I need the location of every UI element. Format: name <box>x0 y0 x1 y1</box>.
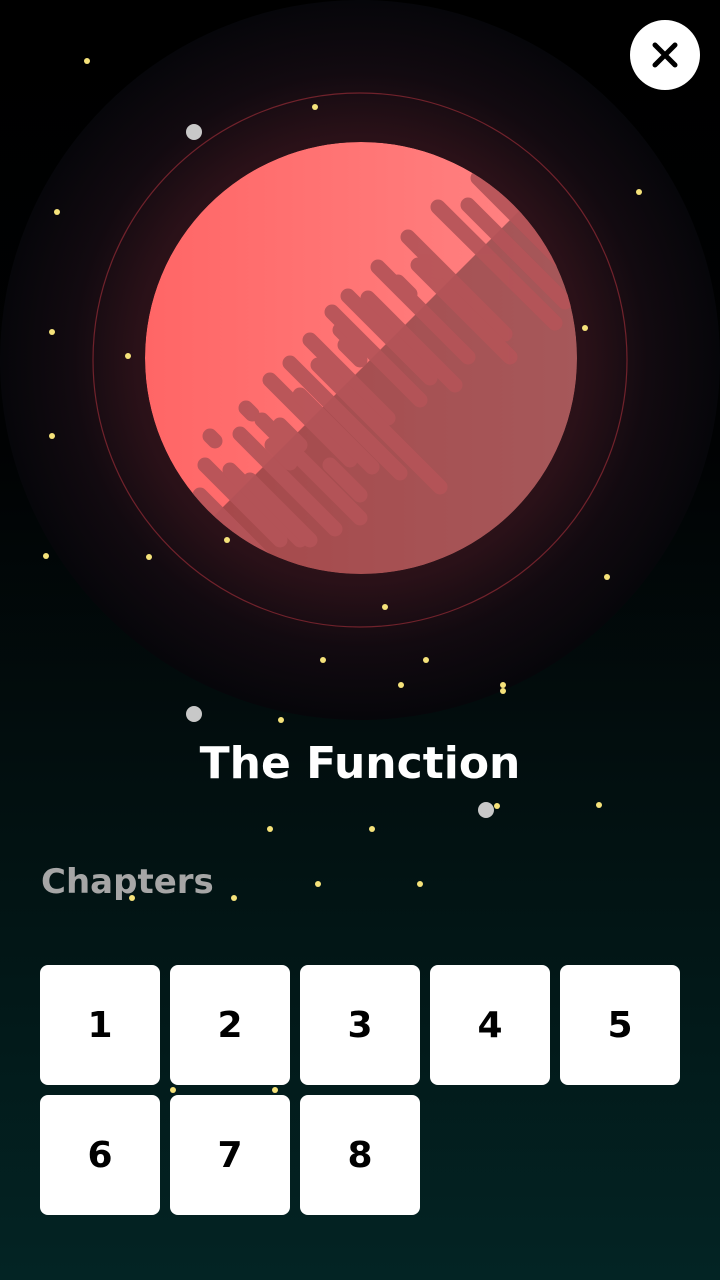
chapter-grid: 1 2 3 4 5 6 7 8 <box>40 965 680 1215</box>
chapter-button-6[interactable]: 6 <box>40 1095 160 1215</box>
chapter-button-8[interactable]: 8 <box>300 1095 420 1215</box>
close-button[interactable] <box>630 20 700 90</box>
chapter-select-screen: The Function Chapters 1 2 3 4 5 6 7 8 <box>0 0 720 1280</box>
chapter-button-1[interactable]: 1 <box>40 965 160 1085</box>
close-icon <box>652 42 678 68</box>
chapter-button-5[interactable]: 5 <box>560 965 680 1085</box>
chapter-button-7[interactable]: 7 <box>170 1095 290 1215</box>
chapter-button-2[interactable]: 2 <box>170 965 290 1085</box>
page-title: The Function <box>199 738 521 789</box>
chapters-heading: Chapters <box>41 862 214 902</box>
chapter-button-4[interactable]: 4 <box>430 965 550 1085</box>
chapter-button-3[interactable]: 3 <box>300 965 420 1085</box>
